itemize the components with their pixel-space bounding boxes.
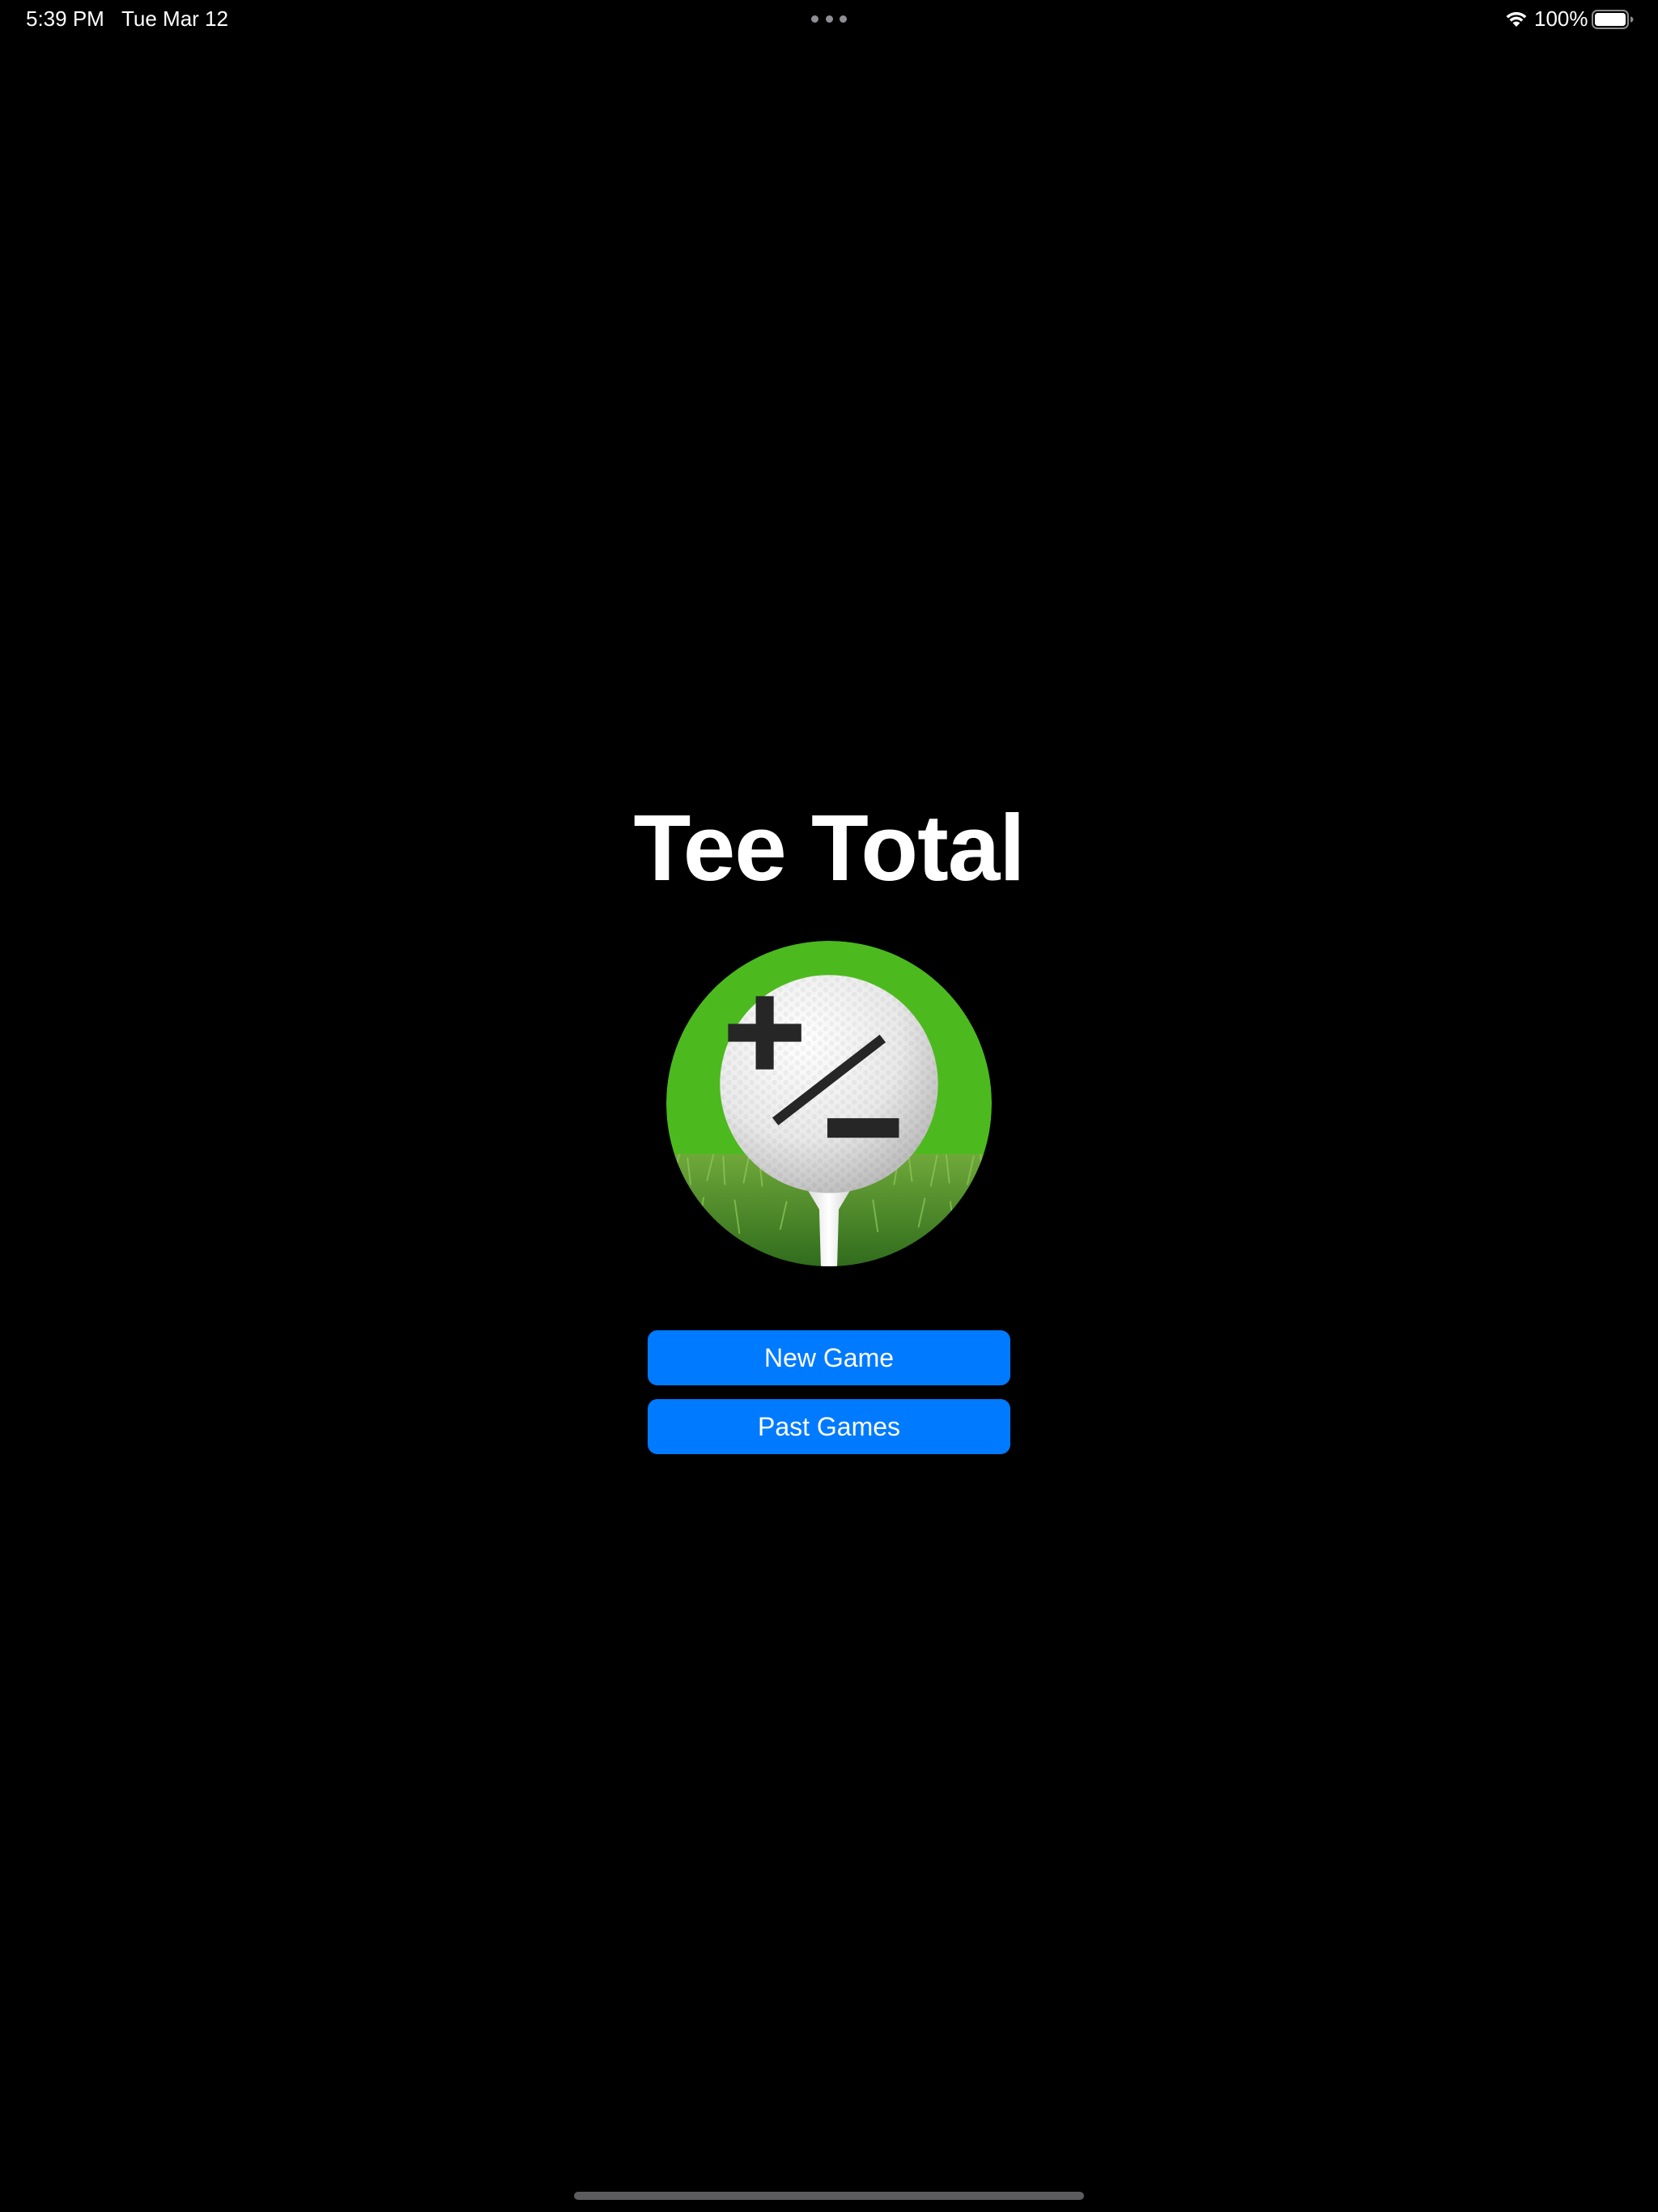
battery-percent: 100% [1534,6,1588,31]
new-game-button[interactable]: New Game [648,1330,1010,1385]
wifi-icon [1506,11,1527,27]
battery-full-icon [1592,10,1634,29]
status-bar: 5:39 PM Tue Mar 12 100% [0,0,1658,39]
app-title: Tee Total [633,795,1026,900]
golf-ball-plus-minus-logo [666,941,992,1266]
multitask-ellipsis-icon[interactable] [811,15,847,23]
home-indicator[interactable] [574,2192,1084,2200]
status-time: 5:39 PM [26,6,104,31]
past-games-button[interactable]: Past Games [648,1399,1010,1454]
status-date: Tue Mar 12 [121,6,228,31]
